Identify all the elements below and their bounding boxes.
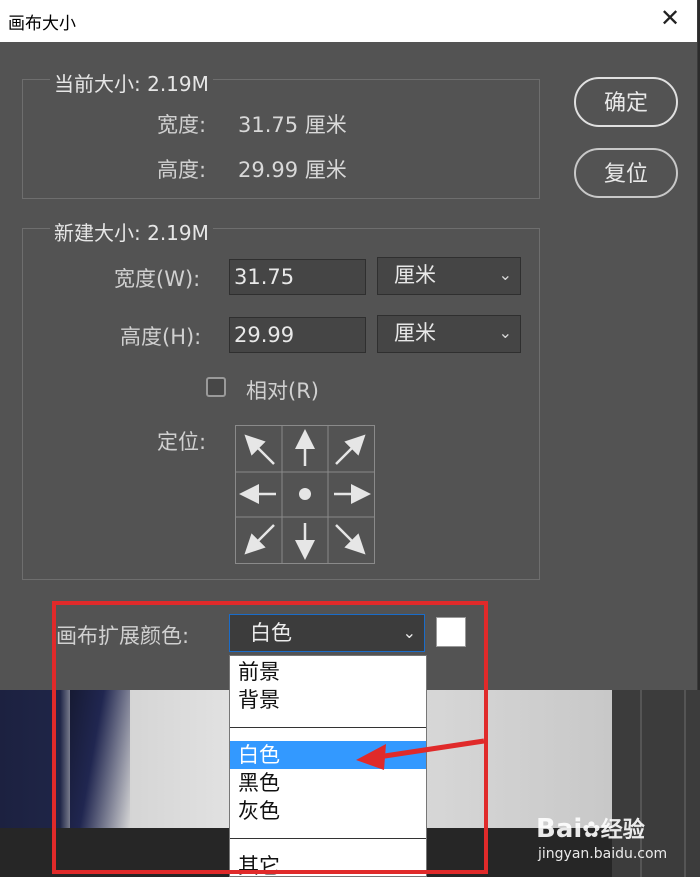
anchor-label: 定位: [157, 430, 207, 454]
new-height-label: 高度(H): [120, 325, 202, 349]
anchor-center-dot-icon[interactable] [299, 488, 311, 500]
anchor-grid-lines [236, 426, 374, 563]
arrow-down-left-icon[interactable] [244, 524, 275, 555]
arrow-up-left-icon[interactable] [244, 434, 275, 465]
relative-label[interactable]: 相对(R) [246, 375, 319, 405]
extension-color-swatch[interactable] [436, 617, 466, 647]
arrow-down-right-icon[interactable] [335, 524, 366, 555]
background-photo-fold [70, 690, 130, 828]
height-unit-value: 厘米 [394, 321, 436, 345]
new-size-legend: 新建大小: 2.19M [50, 217, 213, 246]
paw-icon: ✿ [582, 818, 601, 843]
current-size-legend: 当前大小: 2.19M [50, 68, 213, 97]
current-height-label: 高度: [157, 158, 207, 182]
new-width-label: 宽度(W): [114, 267, 201, 291]
option-other[interactable]: 其它 [230, 852, 426, 876]
dialog-title: 画布大小 [8, 14, 76, 34]
background-divider [684, 690, 686, 877]
width-unit-select[interactable]: 厘米 ⌄ [377, 257, 521, 295]
extension-color-select[interactable]: 白色 ⌄ [229, 614, 425, 652]
ok-button[interactable]: 确定 [574, 77, 678, 127]
extension-color-dropdown: 前景 背景 白色 黑色 灰色 其它 [229, 655, 427, 877]
height-input[interactable]: 29.99 [229, 317, 366, 353]
title-bar[interactable]: 画布大小 ✕ [0, 0, 697, 42]
canvas-size-dialog: 画布大小 ✕ 当前大小: 2.19M 宽度: 31.75 厘米 高度: 29.9… [0, 0, 698, 690]
close-icon[interactable]: ✕ [660, 4, 680, 32]
option-background[interactable]: 背景 [230, 686, 426, 714]
width-input[interactable]: 31.75 [229, 259, 366, 295]
option-foreground[interactable]: 前景 [230, 658, 426, 686]
relative-checkbox[interactable] [206, 377, 226, 397]
arrow-up-right-icon[interactable] [335, 434, 366, 465]
option-white[interactable]: 白色 [230, 741, 426, 769]
extension-color-value: 白色 [250, 621, 292, 645]
watermark-logo: Bai✿经验 [536, 812, 645, 844]
dropdown-separator [230, 838, 426, 839]
chevron-down-icon: ⌄ [402, 623, 416, 642]
current-width-value: 31.75 厘米 [238, 113, 347, 137]
extension-color-label: 画布扩展颜色: [56, 624, 190, 648]
width-unit-value: 厘米 [394, 263, 436, 287]
watermark-brand: Bai [536, 814, 583, 844]
reset-button[interactable]: 复位 [574, 148, 678, 198]
option-gray[interactable]: 灰色 [230, 797, 426, 825]
height-unit-select[interactable]: 厘米 ⌄ [377, 315, 521, 353]
watermark-url: jingyan.baidu.com [538, 846, 668, 862]
option-black[interactable]: 黑色 [230, 769, 426, 797]
current-width-label: 宽度: [157, 113, 207, 137]
chevron-down-icon: ⌄ [498, 323, 512, 342]
watermark-brand-suffix: 经验 [600, 818, 645, 843]
dropdown-separator [230, 727, 426, 728]
current-height-value: 29.99 厘米 [238, 158, 347, 182]
chevron-down-icon: ⌄ [498, 265, 512, 284]
anchor-grid [235, 425, 375, 564]
